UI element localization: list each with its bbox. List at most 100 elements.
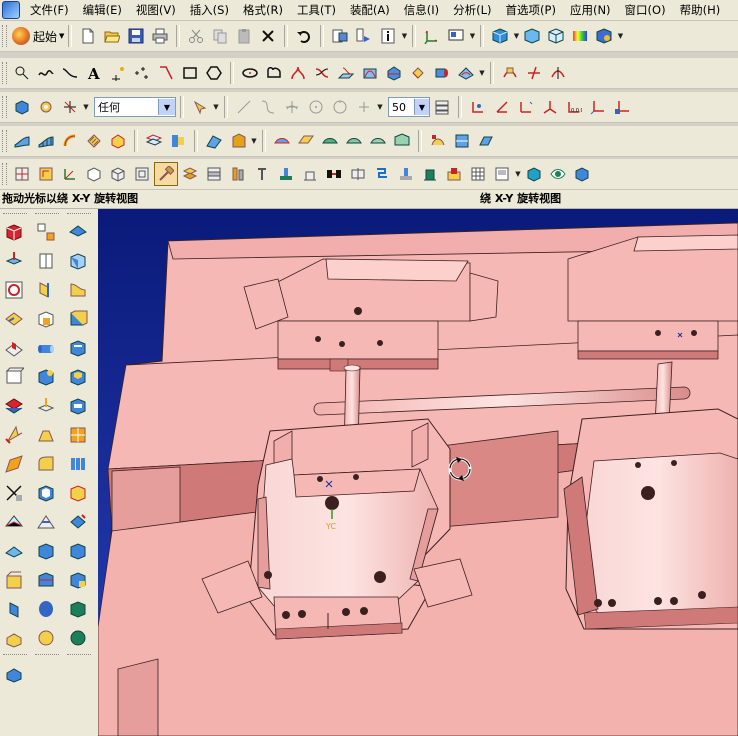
feature-op-1-button[interactable] xyxy=(65,219,91,245)
snap-line-button[interactable] xyxy=(233,96,255,118)
feature-op-5-button[interactable] xyxy=(65,335,91,361)
boss-button[interactable] xyxy=(1,335,27,361)
select-feature-button[interactable] xyxy=(35,96,57,118)
feature-op-15-button[interactable] xyxy=(65,625,91,651)
polygon-button[interactable] xyxy=(203,62,225,84)
chamfer-button[interactable] xyxy=(1,451,27,477)
bridge-curve-button[interactable] xyxy=(287,62,309,84)
ellipse-button[interactable] xyxy=(239,62,261,84)
print-button[interactable] xyxy=(149,25,171,47)
parting-button[interactable] xyxy=(179,163,201,185)
electrode-button[interactable] xyxy=(395,163,417,185)
emboss-button[interactable] xyxy=(33,625,59,651)
multi-cavity-button[interactable] xyxy=(131,163,153,185)
sub-insert-button[interactable] xyxy=(299,163,321,185)
i-form-button[interactable] xyxy=(451,130,473,152)
ruled-button[interactable] xyxy=(83,130,105,152)
select-body-button[interactable] xyxy=(11,96,33,118)
menu-application[interactable]: 应用(N) xyxy=(563,0,618,20)
snap-point-button[interactable] xyxy=(353,96,375,118)
offset-curve-button[interactable] xyxy=(263,62,285,84)
delete-button[interactable] xyxy=(257,25,279,47)
mold-base-button[interactable] xyxy=(203,163,225,185)
menu-format[interactable]: 格式(R) xyxy=(236,0,290,20)
revolve-button[interactable] xyxy=(1,277,27,303)
feature-op-10-button[interactable] xyxy=(65,480,91,506)
cooling-button[interactable] xyxy=(371,163,393,185)
draft-button[interactable] xyxy=(33,422,59,448)
intersect-curve-button[interactable] xyxy=(359,62,381,84)
open-file-button[interactable] xyxy=(101,25,123,47)
curve-ops-dropdown[interactable]: ▼ xyxy=(478,62,486,84)
trim-mold-button[interactable] xyxy=(419,163,441,185)
bounded-plane-button[interactable] xyxy=(295,130,317,152)
wcs-save-button[interactable] xyxy=(611,96,633,118)
cut-button[interactable] xyxy=(185,25,207,47)
x-form-button[interactable] xyxy=(427,130,449,152)
feature-op-7-button[interactable] xyxy=(65,393,91,419)
wcs-set-button[interactable]: 0,0,0 xyxy=(563,96,585,118)
extension-button[interactable] xyxy=(167,130,189,152)
extrude-button[interactable] xyxy=(1,248,27,274)
menu-preferences[interactable]: 首选项(P) xyxy=(499,0,563,20)
subtract-button[interactable] xyxy=(1,422,27,448)
layer-button[interactable] xyxy=(431,96,453,118)
midsurface-button[interactable] xyxy=(319,130,341,152)
slider-lifter-button[interactable] xyxy=(275,163,297,185)
material-button[interactable] xyxy=(593,25,615,47)
feature-op-13-button[interactable] xyxy=(65,567,91,593)
thicken-button[interactable] xyxy=(1,538,27,564)
pattern-button[interactable] xyxy=(33,509,59,535)
mold-tools-button[interactable] xyxy=(154,162,178,186)
wcs-button[interactable] xyxy=(421,25,443,47)
menu-edit[interactable]: 编辑(E) xyxy=(76,0,129,20)
gate-button[interactable] xyxy=(347,163,369,185)
part-navigator-button[interactable] xyxy=(329,25,351,47)
start-button[interactable]: 起始 ▼ xyxy=(12,27,64,45)
wcs-dynamic-button[interactable] xyxy=(491,96,513,118)
pad-button[interactable] xyxy=(1,364,27,390)
menu-analysis[interactable]: 分析(L) xyxy=(446,0,498,20)
feature-op-8-button[interactable] xyxy=(65,422,91,448)
chevron-down-icon[interactable]: ▼ xyxy=(414,99,429,115)
menu-view[interactable]: 视图(V) xyxy=(129,0,183,20)
feature-op-3-button[interactable] xyxy=(65,277,91,303)
shrinkage-button[interactable] xyxy=(59,163,81,185)
through-curves-button[interactable] xyxy=(11,130,33,152)
snap-scale-select[interactable]: 50 ▼ xyxy=(388,97,430,117)
face-offset-button[interactable] xyxy=(143,130,165,152)
sphere-button[interactable] xyxy=(33,393,59,419)
datum-axis-button[interactable] xyxy=(33,277,59,303)
menu-tools[interactable]: 工具(T) xyxy=(290,0,343,20)
screen-capture-button[interactable] xyxy=(445,25,467,47)
join-curve-button[interactable] xyxy=(311,62,333,84)
trimmed-sheet-button[interactable] xyxy=(227,130,249,152)
snap-dropdown[interactable]: ▼ xyxy=(376,96,384,118)
replace-face-button[interactable] xyxy=(1,625,27,651)
datum-csys-button[interactable] xyxy=(33,306,59,332)
global-shaping-button[interactable] xyxy=(367,130,389,152)
menu-insert[interactable]: 插入(S) xyxy=(183,0,236,20)
block-button[interactable] xyxy=(1,219,27,245)
spline-button[interactable] xyxy=(35,62,57,84)
line-button[interactable] xyxy=(155,62,177,84)
project-curve-button[interactable] xyxy=(335,62,357,84)
edge-blend-button[interactable] xyxy=(33,451,59,477)
snap-arc-button[interactable] xyxy=(257,96,279,118)
wcs-orient-button[interactable] xyxy=(539,96,561,118)
toolbar-grip[interactable] xyxy=(2,163,7,185)
offset-face-button[interactable] xyxy=(1,596,27,622)
feature-op-9-button[interactable] xyxy=(65,451,91,477)
menu-information[interactable]: 信息(I) xyxy=(397,0,446,20)
type-filter-select[interactable]: 任何 ▼ xyxy=(94,97,176,117)
copy-button[interactable] xyxy=(209,25,231,47)
model-view-canvas[interactable]: YC xyxy=(98,209,738,736)
wrap-curve-button[interactable] xyxy=(455,62,477,84)
feature-op-6-button[interactable] xyxy=(65,364,91,390)
n-sided-button[interactable] xyxy=(107,130,129,152)
studio-button[interactable] xyxy=(569,25,591,47)
snap-quadrant-button[interactable] xyxy=(329,96,351,118)
toolbar-grip[interactable] xyxy=(2,25,7,47)
shell-button[interactable] xyxy=(33,480,59,506)
menu-window[interactable]: 窗口(O) xyxy=(618,0,673,20)
